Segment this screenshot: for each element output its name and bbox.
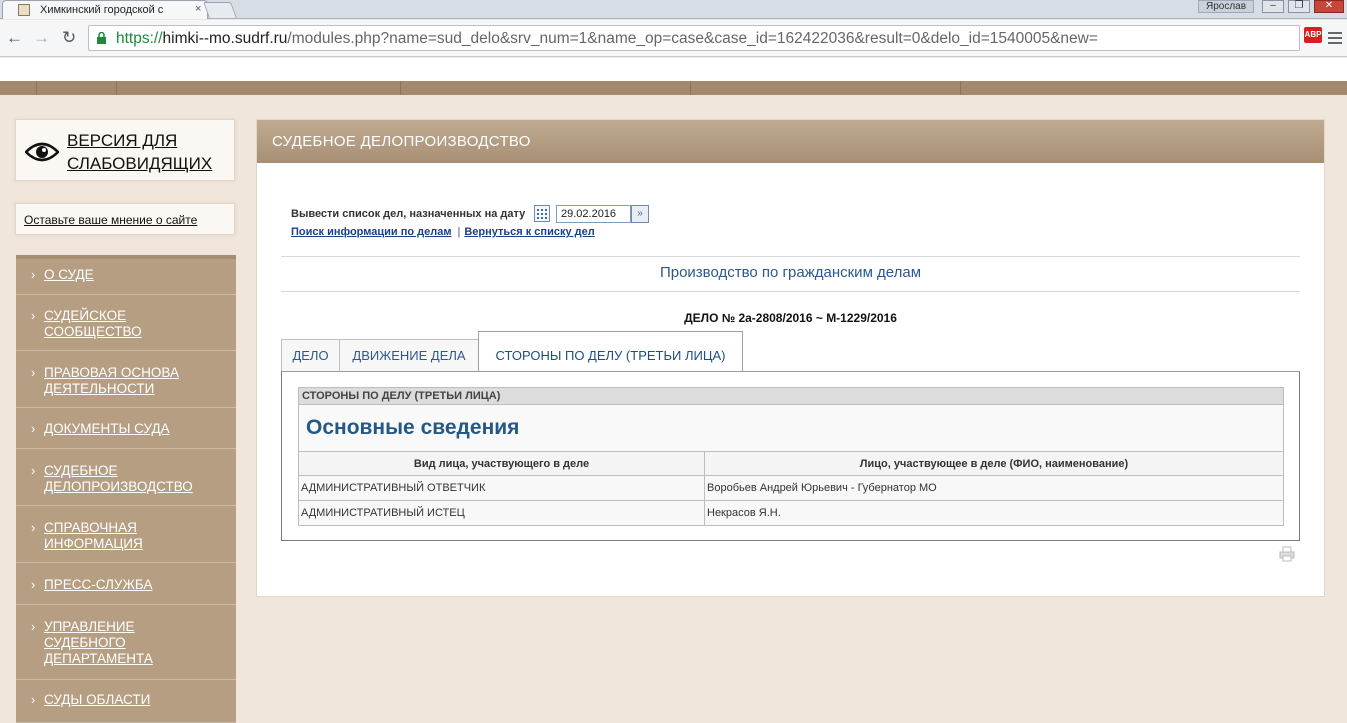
sidebar-item-reference-info[interactable]: › СПРАВОЧНАЯ ИНФОРМАЦИЯ (16, 506, 236, 563)
column-header-party-type: Вид лица, участвующего в деле (298, 451, 705, 476)
chevron-right-icon: › (31, 463, 36, 478)
tab-close-icon[interactable]: × (195, 3, 201, 15)
sidebar-item-judicial-community[interactable]: › СУДЕЙСКОЕ СООБЩЕСТВО (16, 295, 236, 351)
party-name-cell: Некрасов Я.Н. (704, 500, 1284, 526)
sidebar-item-court-documents[interactable]: › ДОКУМЕНТЫ СУДА (16, 408, 236, 449)
tab-content-parties: СТОРОНЫ ПО ДЕЛУ (ТРЕТЬИ ЛИЦА) Основные с… (281, 371, 1300, 541)
date-submit-icon[interactable]: » (631, 205, 649, 223)
chevron-right-icon: › (31, 267, 36, 282)
chevron-right-icon: › (31, 692, 36, 707)
sidebar-item-about[interactable]: › О СУДЕ (16, 255, 236, 295)
search-cases-link[interactable]: Поиск информации по делам (291, 226, 451, 238)
profile-button[interactable]: Ярослав (1198, 0, 1254, 13)
divider (281, 291, 1300, 292)
chevron-right-icon: › (31, 619, 36, 634)
sidebar-item-court-proceedings[interactable]: › СУДЕБНОЕ ДЕЛОПРОИЗВОДСТВО (16, 449, 236, 506)
eye-icon (25, 142, 59, 162)
sidebar-item-legal-basis[interactable]: › ПРАВОВАЯ ОСНОВА ДЕЯТЕЛЬНОСТИ (16, 351, 236, 408)
sidebar-menu: › О СУДЕ › СУДЕЙСКОЕ СООБЩЕСТВО › ПРАВОВ… (16, 255, 236, 723)
table-row: АДМИНИСТРАТИВНЫЙ ОТВЕТЧИК Воробьев Андре… (298, 475, 1284, 501)
site-top-menu-bar (0, 81, 1347, 95)
forward-arrow-icon[interactable]: → (33, 28, 50, 48)
back-arrow-icon[interactable]: ← (6, 28, 23, 48)
chevron-right-icon: › (31, 520, 36, 535)
browser-tab-strip: Химкинский городской с × Ярослав – ❐ ✕ (0, 0, 1347, 19)
lock-icon (97, 32, 106, 44)
tab-parties[interactable]: СТОРОНЫ ПО ДЕЛУ (ТРЕТЬИ ЛИЦА) (478, 331, 743, 372)
table-caption: СТОРОНЫ ПО ДЕЛУ (ТРЕТЬИ ЛИЦА) (298, 387, 1284, 405)
party-name-cell: Воробьев Андрей Юрьевич - Губернатор МО (704, 475, 1284, 501)
browser-tab[interactable]: Химкинский городской с × (2, 0, 208, 19)
feedback-link[interactable]: Оставьте ваше мнение о сайте (24, 213, 197, 227)
window-close-icon[interactable]: ✕ (1314, 0, 1344, 13)
date-filter-label: Вывести список дел, назначенных на дату (291, 208, 526, 220)
site-top-strip (0, 58, 1347, 81)
chevron-right-icon: › (31, 365, 36, 380)
minimize-icon[interactable]: – (1262, 0, 1284, 13)
case-links: Поиск информации по делам | Вернуться к сп… (291, 226, 595, 238)
table-row: АДМИНИСТРАТИВНЫЙ ИСТЕЦ Некрасов Я.Н. (298, 500, 1284, 526)
back-to-list-link[interactable]: Вернуться к списку дел (464, 226, 594, 238)
sidebar-item-press-service[interactable]: › ПРЕСС-СЛУЖБА (16, 563, 236, 605)
browser-menu-icon[interactable] (1328, 32, 1342, 47)
parties-table: СТОРОНЫ ПО ДЕЛУ (ТРЕТЬИ ЛИЦА) Основные с… (298, 387, 1284, 526)
adblock-extension-icon[interactable]: ABP (1304, 27, 1322, 43)
main-header: СУДЕБНОЕ ДЕЛОПРОИЗВОДСТВО (257, 120, 1324, 163)
restore-icon[interactable]: ❐ (1288, 0, 1310, 13)
date-input[interactable]: 29.02.2016 (556, 205, 631, 223)
court-favicon-icon (18, 4, 30, 16)
chevron-right-icon: › (31, 577, 36, 592)
tab-case[interactable]: ДЕЛО (281, 339, 340, 372)
visually-impaired-version-link[interactable]: ВЕРСИЯ ДЛЯ СЛАБОВИДЯЩИХ (67, 129, 227, 175)
page-title: СУДЕБНОЕ ДЕЛОПРОИЗВОДСТВО (272, 133, 531, 150)
sidebar-item-judicial-department[interactable]: › УПРАВЛЕНИЕ СУДЕБНОГО ДЕПАРТАМЕНТА (16, 605, 236, 680)
print-icon[interactable] (1279, 546, 1295, 562)
link-separator: | (457, 226, 461, 238)
feedback-box: Оставьте ваше мнение о сайте (15, 203, 235, 235)
section-title: Производство по гражданским делам (659, 264, 922, 281)
tab-case-movement[interactable]: ДВИЖЕНИЕ ДЕЛА (339, 339, 479, 372)
calendar-icon[interactable] (534, 205, 550, 222)
address-bar[interactable]: https://himki--mo.sudrf.ru/modules.php?n… (88, 25, 1300, 51)
party-type-cell: АДМИНИСТРАТИВНЫЙ ОТВЕТЧИК (298, 475, 705, 501)
chevron-right-icon: › (31, 308, 36, 323)
browser-toolbar: ← → ↻ https://himki--mo.sudrf.ru/modules… (0, 20, 1347, 57)
accessibility-box: ВЕРСИЯ ДЛЯ СЛАБОВИДЯЩИХ (15, 119, 235, 181)
table-heading: Основные сведения (298, 404, 1284, 452)
url-text: https://himki--mo.sudrf.ru/modules.php?n… (116, 30, 1098, 47)
party-type-cell: АДМИНИСТРАТИВНЫЙ ИСТЕЦ (298, 500, 705, 526)
reload-icon[interactable]: ↻ (62, 28, 76, 48)
column-header-party-name: Лицо, участвующее в деле (ФИО, наименова… (704, 451, 1284, 476)
new-tab-button[interactable] (203, 2, 237, 18)
case-number-title: ДЕЛО № 2а-2808/2016 ~ М-1229/2016 (684, 311, 897, 325)
sidebar-item-regional-courts[interactable]: › СУДЫ ОБЛАСТИ (16, 680, 236, 723)
divider (281, 256, 1300, 257)
tab-title: Химкинский городской с (40, 4, 164, 16)
chevron-right-icon: › (31, 421, 36, 436)
